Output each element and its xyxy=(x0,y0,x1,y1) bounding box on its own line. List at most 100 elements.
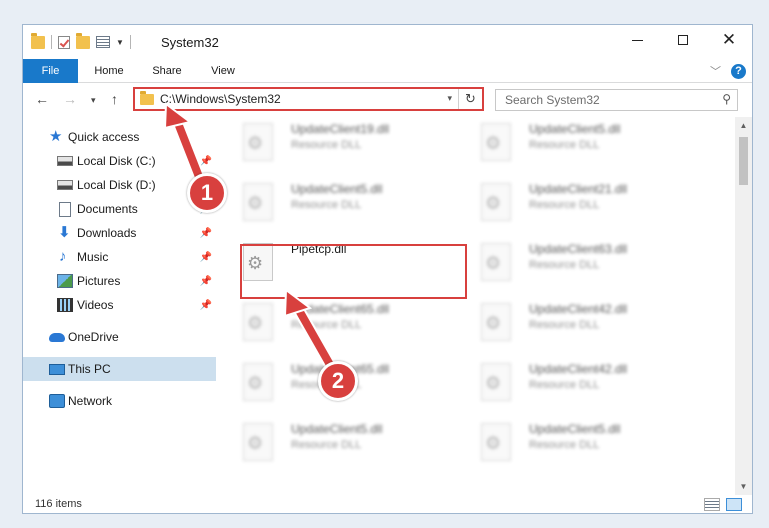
pin-icon[interactable]: 📌 xyxy=(200,300,212,311)
search-placeholder[interactable]: Search System32 xyxy=(505,93,600,107)
pin-icon[interactable]: 📌 xyxy=(200,276,212,287)
folder-icon[interactable] xyxy=(31,32,45,49)
file-type: Resource DLL xyxy=(291,139,362,151)
sidebar-item-music[interactable]: ♪ Music 📌 xyxy=(23,245,216,269)
file-type: Resource DLL xyxy=(529,199,600,211)
search-box[interactable]: Search System32 ⚲ xyxy=(495,89,738,111)
dll-file-icon xyxy=(243,183,273,221)
sidebar-item-this-pc[interactable]: This PC xyxy=(23,357,216,381)
file-item[interactable]: UpdateClient5.dll Resource DLL xyxy=(227,417,447,469)
ribbon-right-controls: ﹀ ? xyxy=(710,63,746,79)
maximize-button[interactable] xyxy=(660,25,706,55)
dll-file-icon xyxy=(481,243,511,281)
star-icon: ★ xyxy=(49,128,63,145)
sidebar-item-quick-access[interactable]: ★ Quick access xyxy=(23,125,216,149)
sidebar-item-downloads[interactable]: ⬇ Downloads 📌 xyxy=(23,221,216,245)
network-icon xyxy=(49,394,65,408)
vertical-scrollbar[interactable]: ▲ ▼ xyxy=(735,117,752,495)
scroll-up-arrow-icon[interactable]: ▲ xyxy=(735,117,752,134)
expand-ribbon-chevron-icon[interactable]: ﹀ xyxy=(710,63,721,79)
videos-icon xyxy=(57,298,73,312)
help-icon[interactable]: ? xyxy=(731,63,746,79)
recent-locations-chevron-icon[interactable]: ▾ xyxy=(91,95,96,106)
details-view-icon[interactable] xyxy=(704,498,720,511)
forward-arrow-icon[interactable]: → xyxy=(63,91,77,107)
sidebar-item-label: Pictures xyxy=(77,274,121,288)
file-item[interactable]: UpdateClient5.dll Resource DLL xyxy=(227,177,447,229)
file-item[interactable]: UpdateClient42.dll Resource DLL xyxy=(465,297,685,349)
ribbon-tabs: File Home Share View ﹀ ? xyxy=(23,59,752,111)
folder-icon xyxy=(140,91,154,105)
sidebar-item-label: This PC xyxy=(68,362,111,376)
file-type: Resource DLL xyxy=(291,439,362,451)
properties-check-icon[interactable] xyxy=(58,35,70,49)
sidebar-item-onedrive[interactable]: OneDrive xyxy=(23,325,216,349)
file-type: Resource DLL xyxy=(529,259,600,271)
file-item[interactable]: UpdateClient63.dll Resource DLL xyxy=(465,237,685,289)
file-item[interactable]: UpdateClient21.dll Resource DLL xyxy=(465,177,685,229)
drive-icon xyxy=(57,156,73,166)
documents-icon xyxy=(59,201,71,217)
navigation-pane: ★ Quick access Local Disk (C:) 📌 Local D… xyxy=(23,117,216,495)
view-options-icon[interactable] xyxy=(96,36,110,48)
file-item[interactable]: UpdateClient42.dll Resource DLL xyxy=(465,357,685,409)
maximize-icon xyxy=(678,35,688,45)
address-path[interactable]: C:\Windows\System32 xyxy=(160,92,281,106)
drive-icon xyxy=(57,180,73,190)
scroll-down-arrow-icon[interactable]: ▼ xyxy=(735,478,752,495)
file-type: Resource DLL xyxy=(529,319,600,331)
address-bar[interactable]: C:\Windows\System32 ▾ ↻ xyxy=(133,87,484,111)
close-button[interactable]: ✕ xyxy=(706,25,752,55)
dll-file-icon xyxy=(243,363,273,401)
file-type: Resource DLL xyxy=(291,319,362,331)
dll-file-icon xyxy=(481,303,511,341)
sidebar-item-label: Quick access xyxy=(68,130,140,144)
large-icons-view-icon[interactable] xyxy=(726,498,742,511)
file-type: Resource DLL xyxy=(529,139,600,151)
sidebar-item-local-disk-c[interactable]: Local Disk (C:) 📌 xyxy=(23,149,216,173)
item-count: 116 items xyxy=(35,498,82,510)
sidebar-item-label: Local Disk (D:) xyxy=(77,178,156,192)
tab-home[interactable]: Home xyxy=(89,59,129,83)
tab-view[interactable]: View xyxy=(205,59,241,83)
quick-access-toolbar: ▼ xyxy=(31,32,131,49)
sidebar-item-label: Documents xyxy=(77,202,138,216)
sidebar-item-documents[interactable]: Documents 📌 xyxy=(23,197,216,221)
toolbar-divider xyxy=(51,35,52,49)
sidebar-item-network[interactable]: Network xyxy=(23,389,216,413)
sidebar-item-pictures[interactable]: Pictures 📌 xyxy=(23,269,216,293)
computer-icon xyxy=(49,363,65,375)
back-arrow-icon[interactable]: ← xyxy=(35,91,49,107)
dll-file-icon xyxy=(481,123,511,161)
file-item[interactable]: UpdateClient65.dll Resource DLL xyxy=(227,297,447,349)
customize-toolbar-chevron-icon[interactable]: ▼ xyxy=(116,38,124,47)
pin-icon[interactable]: 📌 xyxy=(200,228,212,239)
music-icon: ♪ xyxy=(59,248,67,265)
file-name: UpdateClient65.dll xyxy=(291,302,390,316)
pin-icon[interactable]: 📌 xyxy=(200,156,212,167)
file-name: UpdateClient42.dll xyxy=(529,302,628,316)
pin-icon[interactable]: 📌 xyxy=(200,252,212,263)
file-item[interactable]: UpdateClient5.dll Resource DLL xyxy=(465,117,685,169)
file-type: Resource DLL xyxy=(529,439,600,451)
file-name: UpdateClient21.dll xyxy=(529,182,628,196)
minimize-button[interactable] xyxy=(614,25,660,55)
file-item[interactable]: UpdateClient19.dll Resource DLL xyxy=(227,117,447,169)
file-item[interactable]: UpdateClient5.dll Resource DLL xyxy=(465,417,685,469)
up-arrow-icon[interactable]: ↑ xyxy=(111,91,118,107)
sidebar-item-label: Videos xyxy=(77,298,114,312)
file-name: UpdateClient5.dll xyxy=(529,422,621,436)
sidebar-item-label: Local Disk (C:) xyxy=(77,154,156,168)
scrollbar-thumb[interactable] xyxy=(739,137,748,185)
address-history-chevron-icon[interactable]: ▾ xyxy=(447,93,452,104)
step-2-badge: 2 xyxy=(318,361,358,401)
refresh-icon[interactable]: ↻ xyxy=(458,89,482,109)
file-list: UpdateClient19.dll Resource DLL UpdateCl… xyxy=(227,117,732,495)
search-icon[interactable]: ⚲ xyxy=(722,92,731,106)
sidebar-item-videos[interactable]: Videos 📌 xyxy=(23,293,216,317)
new-folder-icon[interactable] xyxy=(76,32,90,49)
tab-share[interactable]: Share xyxy=(147,59,187,83)
window-title: System32 xyxy=(161,35,219,50)
dll-file-icon xyxy=(481,423,511,461)
dll-file-icon xyxy=(243,423,273,461)
